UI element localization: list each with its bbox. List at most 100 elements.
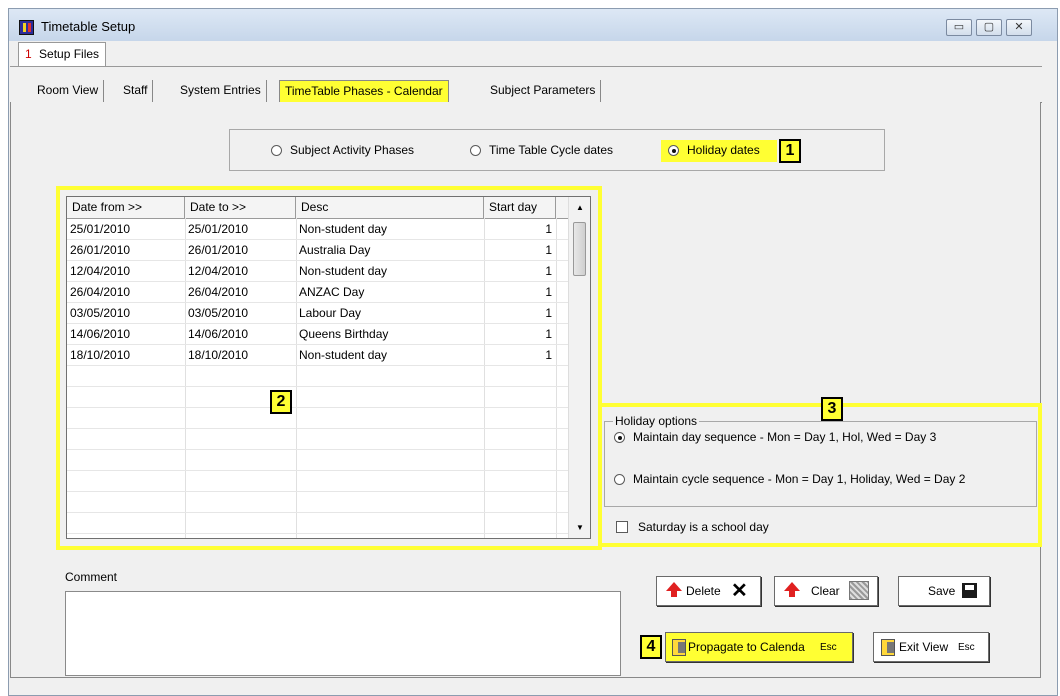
tab-system-entries[interactable]: System Entries	[175, 80, 267, 102]
grid-row-line	[67, 533, 568, 534]
grid-cell[interactable]: 14/06/2010	[70, 324, 130, 345]
minimize-button[interactable]: ▭	[946, 19, 972, 36]
window-title: Timetable Setup	[41, 19, 136, 34]
save-button[interactable]: Save	[898, 576, 990, 606]
col-start-day[interactable]: Start day	[484, 197, 556, 218]
exit-view-button[interactable]: Exit View Esc	[873, 632, 989, 662]
holiday-options-legend: Holiday options	[613, 414, 700, 428]
grid-cell[interactable]: 1	[484, 240, 552, 261]
grid-cell[interactable]: Non-student day	[299, 345, 387, 366]
scrollbar-thumb[interactable]	[573, 222, 586, 276]
scroll-up-arrow-icon[interactable]: ▲	[576, 203, 584, 212]
outer-tab-line	[10, 66, 1042, 67]
grid-cell[interactable]: 1	[484, 261, 552, 282]
grid-cell[interactable]: 03/05/2010	[70, 303, 130, 324]
col-desc[interactable]: Desc	[296, 197, 484, 218]
grid-cell[interactable]: Australia Day	[299, 240, 370, 261]
radio-holiday-dates[interactable]	[668, 145, 679, 156]
title-bar: Timetable Setup ▭ ▢ ✕	[9, 9, 1057, 41]
callout-marker-4: 4	[640, 635, 662, 659]
grid-cell[interactable]: 1	[484, 219, 552, 240]
red-up-arrow-stem	[671, 591, 677, 597]
grid-cell[interactable]: 12/04/2010	[70, 261, 130, 282]
grid-cell[interactable]: 12/04/2010	[188, 261, 248, 282]
grid-cell[interactable]: 1	[484, 303, 552, 324]
tab-timetable-phases-calendar[interactable]: TimeTable Phases - Calendar	[279, 80, 449, 102]
grid-cell[interactable]: 1	[484, 324, 552, 345]
grid-cell[interactable]: 03/05/2010	[188, 303, 248, 324]
col-date-to[interactable]: Date to >>	[185, 197, 296, 218]
exit-view-label: Exit View	[899, 640, 949, 654]
grid-cell[interactable]: 26/01/2010	[70, 240, 130, 261]
holiday-dates-grid: Date from >> Date to >> Desc Start day 2…	[66, 196, 591, 539]
grid-cell[interactable]: 14/06/2010	[188, 324, 248, 345]
red-up-arrow-stem	[789, 591, 795, 597]
maximize-button[interactable]: ▢	[976, 19, 1002, 36]
red-up-arrow-icon	[784, 582, 800, 591]
grid-row-line	[67, 449, 568, 450]
grid-row-line	[67, 428, 568, 429]
scroll-down-arrow-icon[interactable]: ▼	[576, 523, 584, 532]
tab-setup-files[interactable]: 1 Setup Files	[18, 42, 107, 66]
radio-subject-activity-phases-label[interactable]: Subject Activity Phases	[290, 143, 414, 157]
exit-view-shortcut: Esc	[958, 642, 975, 653]
callout-marker-3: 3	[821, 397, 843, 421]
grid-cell[interactable]: 26/04/2010	[188, 282, 248, 303]
propagate-shortcut: Esc	[820, 642, 837, 653]
radio-subject-activity-phases[interactable]	[271, 145, 282, 156]
tab-subject-parameters[interactable]: Subject Parameters	[485, 80, 602, 102]
clear-label: Clear	[811, 584, 840, 598]
delete-x-icon: ✕	[731, 580, 748, 602]
propagate-label: Propagate to Calenda	[688, 640, 805, 654]
exit-door-icon	[672, 639, 686, 656]
grid-cell[interactable]: Non-student day	[299, 219, 387, 240]
delete-label: Delete	[686, 584, 721, 598]
radio-time-table-cycle-dates[interactable]	[470, 145, 481, 156]
grid-cell[interactable]: ANZAC Day	[299, 282, 364, 303]
grid-row-line	[67, 512, 568, 513]
grid-row-line	[67, 407, 568, 408]
grid-cell[interactable]: 25/01/2010	[70, 219, 130, 240]
clear-brush-icon	[849, 581, 869, 600]
save-label: Save	[928, 584, 956, 598]
floppy-disk-icon	[962, 583, 977, 598]
tab-label: Setup Files	[39, 47, 100, 61]
grid-cell[interactable]: 26/04/2010	[70, 282, 130, 303]
tab-room-view[interactable]: Room View	[32, 80, 105, 102]
grid-header: Date from >> Date to >> Desc Start day	[67, 197, 568, 219]
grid-cell[interactable]: Queens Birthday	[299, 324, 388, 345]
grid-row-line	[67, 491, 568, 492]
radio-maintain-day-sequence[interactable]	[614, 432, 625, 443]
delete-button[interactable]: Delete ✕	[656, 576, 761, 606]
grid-row-line	[67, 386, 568, 387]
grid-cell[interactable]: Non-student day	[299, 261, 387, 282]
exit-door-icon	[881, 639, 895, 656]
saturday-school-day-checkbox[interactable]	[616, 521, 628, 533]
grid-cell[interactable]: 1	[484, 345, 552, 366]
saturday-school-day-label[interactable]: Saturday is a school day	[638, 520, 769, 534]
grid-cell[interactable]: 1	[484, 282, 552, 303]
tab-staff[interactable]: Staff	[118, 80, 154, 102]
grid-cell[interactable]: 26/01/2010	[188, 240, 248, 261]
radio-maintain-cycle-sequence[interactable]	[614, 474, 625, 485]
comment-textarea[interactable]	[65, 591, 621, 676]
red-up-arrow-icon	[666, 582, 682, 591]
radio-maintain-day-sequence-label[interactable]: Maintain day sequence - Mon = Day 1, Hol…	[633, 430, 936, 444]
grid-cell[interactable]: 18/10/2010	[188, 345, 248, 366]
propagate-to-calendar-button[interactable]: Propagate to Calenda Esc	[665, 632, 853, 662]
grid-cell[interactable]: 25/01/2010	[188, 219, 248, 240]
grid-scrollbar[interactable]: ▲ ▼	[568, 197, 590, 538]
radio-maintain-cycle-sequence-label[interactable]: Maintain cycle sequence - Mon = Day 1, H…	[633, 472, 965, 486]
app-icon	[19, 20, 34, 35]
col-date-from[interactable]: Date from >>	[67, 197, 185, 218]
callout-marker-2: 2	[270, 390, 292, 414]
grid-cell[interactable]: 18/10/2010	[70, 345, 130, 366]
radio-holiday-dates-label[interactable]: Holiday dates	[687, 143, 760, 157]
clear-button[interactable]: Clear	[774, 576, 878, 606]
close-button[interactable]: ✕	[1006, 19, 1032, 36]
grid-cell[interactable]: Labour Day	[299, 303, 361, 324]
grid-row-line	[67, 470, 568, 471]
tab-number: 1	[25, 47, 32, 61]
callout-marker-1: 1	[779, 139, 801, 163]
radio-time-table-cycle-dates-label[interactable]: Time Table Cycle dates	[489, 143, 613, 157]
